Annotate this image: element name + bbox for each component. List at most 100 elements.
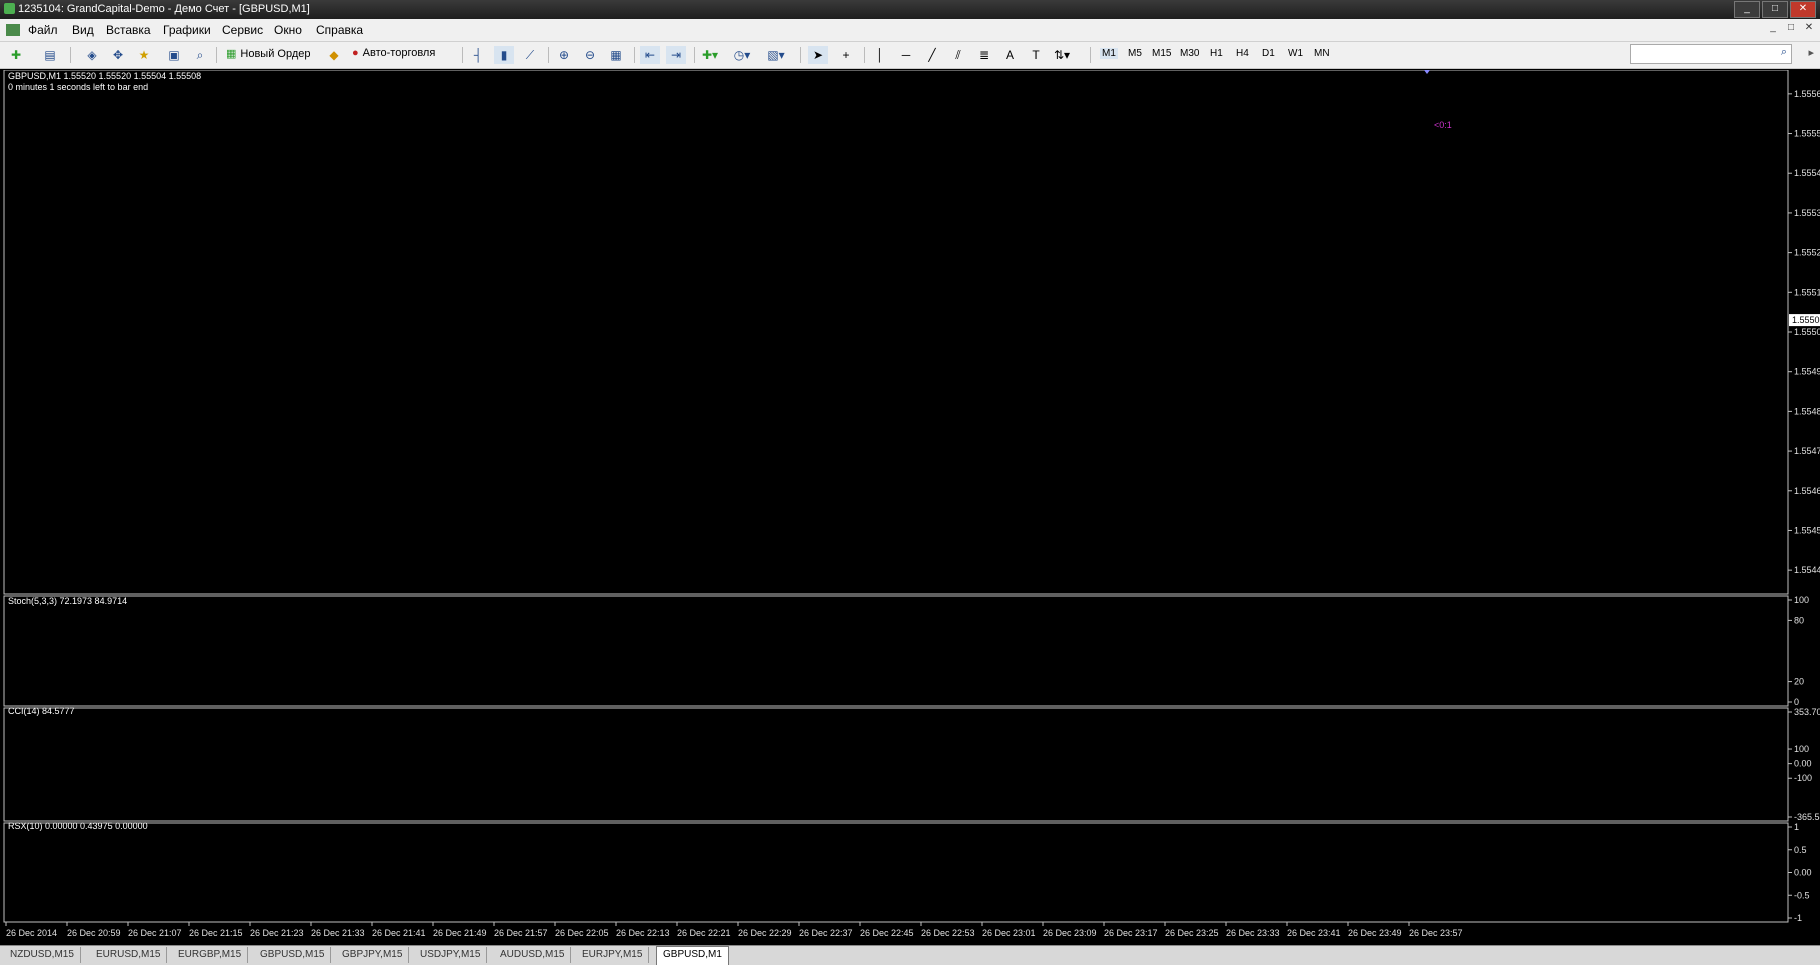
time-tick-label: 26 Dec 22:05 [555, 928, 609, 938]
menu-tools[interactable]: Сервис [222, 23, 263, 37]
tab-audusd[interactable]: AUDUSD,M15 [494, 947, 572, 963]
tile-icon[interactable]: ▦ [606, 46, 626, 64]
menu-insert[interactable]: Вставка [106, 23, 151, 37]
timeframe-d1[interactable]: D1 [1262, 48, 1275, 59]
tab-gbpusd-m15[interactable]: GBPUSD,M15 [254, 947, 332, 963]
price-chart[interactable]: ⇧⇧⇧⇧⇧⇧⇧⇩⇩⇩⇩⇩⇩ 1.555651.555551.555451.555… [0, 69, 1820, 944]
window-title: 1235104: GrandCapital-Demo - Демо Счет -… [18, 3, 310, 15]
price-tick-label: 1.55505 [1794, 327, 1820, 337]
bar-countdown: 0 minutes 1 seconds left to bar end [8, 82, 148, 92]
mdi-restore-button[interactable]: □ [1784, 22, 1798, 35]
stoch-label: Stoch(5,3,3) 72.1973 84.9714 [8, 596, 127, 606]
time-tick-label: 26 Dec 22:53 [921, 928, 975, 938]
text-icon[interactable]: A [1000, 46, 1020, 64]
expert-advisor-icon[interactable]: ◆ [324, 46, 344, 64]
timeframe-mn[interactable]: MN [1314, 48, 1330, 59]
mdi-close-button[interactable]: ✕ [1802, 22, 1816, 35]
price-tick-label: 1.55515 [1794, 287, 1820, 297]
tab-eurgbp[interactable]: EURGBP,M15 [172, 947, 249, 963]
timeframe-h1[interactable]: H1 [1210, 48, 1223, 59]
timeframe-h4[interactable]: H4 [1236, 48, 1249, 59]
hline-icon[interactable]: ─ [896, 46, 916, 64]
timeframe-w1[interactable]: W1 [1288, 48, 1303, 59]
autoscroll-icon[interactable]: ⇤ [640, 46, 660, 64]
profiles-icon[interactable]: ▤ [40, 46, 60, 64]
price-tick-label: 1.55565 [1794, 89, 1820, 99]
new-order-button[interactable]: ▦ Новый Ордер [226, 47, 311, 61]
mdi-minimize-button[interactable]: _ [1766, 22, 1780, 35]
maximize-button[interactable]: □ [1762, 1, 1788, 18]
search-input[interactable]: ⌕ [1630, 44, 1792, 64]
time-tick-label: 26 Dec 2014 [6, 928, 57, 938]
chart-window[interactable]: ⇧⇧⇧⇧⇧⇧⇧⇩⇩⇩⇩⇩⇩ 1.555651.555551.555451.555… [0, 69, 1820, 944]
time-tick-label: 26 Dec 21:41 [372, 928, 426, 938]
auto-trading-label: Авто-торговля [362, 47, 436, 59]
toolbar-separator [462, 47, 463, 63]
menu-charts[interactable]: Графики [163, 23, 211, 37]
toolbar-options-icon[interactable]: ▸ [1808, 46, 1814, 59]
price-tick-label: 1.55445 [1794, 565, 1820, 575]
trendline-icon[interactable]: ╱ [922, 46, 942, 64]
candle-chart-icon[interactable]: ▮ [494, 46, 514, 64]
chart-shift-icon[interactable]: ⇥ [666, 46, 686, 64]
time-tick-label: 26 Dec 23:49 [1348, 928, 1402, 938]
time-tick-label: 26 Dec 21:07 [128, 928, 182, 938]
time-tick-label: 26 Dec 20:59 [67, 928, 121, 938]
rsx-tick-label: 0.00 [1794, 868, 1812, 878]
window-titlebar: 1235104: GrandCapital-Demo - Демо Счет -… [0, 0, 1820, 19]
tester-icon[interactable]: ⌕ [190, 46, 210, 64]
crosshair-icon[interactable]: + [836, 46, 856, 64]
menu-file[interactable]: Файл [28, 23, 58, 37]
tab-usdjpy[interactable]: USDJPY,M15 [414, 947, 488, 963]
toolbar-separator [548, 47, 549, 63]
rsx-tick-label: -0.5 [1794, 890, 1810, 900]
fibo-icon[interactable]: ≣ [974, 46, 994, 64]
cci-tick-label: 100 [1794, 744, 1809, 754]
pane-frame [3, 69, 1789, 595]
channel-icon[interactable]: ⫽ [948, 46, 968, 64]
timeframe-m5[interactable]: M5 [1128, 48, 1142, 59]
periods-icon[interactable]: ◷▾ [732, 46, 752, 64]
price-tick-label: 1.55525 [1794, 248, 1820, 258]
menu-help[interactable]: Справка [316, 23, 363, 37]
tab-gbpusd-m1[interactable]: GBPUSD,M1 [656, 946, 729, 965]
auto-trading-button[interactable]: ● Авто-торговля [352, 47, 435, 59]
tab-gbpjpy[interactable]: GBPJPY,M15 [336, 947, 410, 963]
cursor-icon[interactable]: ➤ [808, 46, 828, 64]
arrows-icon[interactable]: ⇅▾ [1052, 46, 1072, 64]
indicators-icon[interactable]: ✚▾ [700, 46, 720, 64]
market-watch-icon[interactable]: ◈ [82, 46, 102, 64]
timeframe-m1[interactable]: M1 [1100, 48, 1118, 59]
new-chart-icon[interactable]: ✚ [6, 46, 26, 64]
toolbar-separator [864, 47, 865, 63]
templates-icon[interactable]: ▧▾ [766, 46, 786, 64]
zoom-in-icon[interactable]: ⊕ [554, 46, 574, 64]
price-tick-label: 1.55545 [1794, 168, 1820, 178]
time-tick-label: 26 Dec 23:17 [1104, 928, 1158, 938]
tab-nzdusd[interactable]: NZDUSD,M15 [4, 947, 81, 963]
tab-eurusd[interactable]: EURUSD,M15 [90, 947, 168, 963]
rsx-tick-label: 0.5 [1794, 845, 1807, 855]
price-tick-label: 1.55475 [1794, 446, 1820, 456]
label-icon[interactable]: T [1026, 46, 1046, 64]
navigator-icon[interactable]: ✥ [108, 46, 128, 64]
zoom-out-icon[interactable]: ⊖ [580, 46, 600, 64]
menu-view[interactable]: Вид [72, 23, 94, 37]
timeframe-m15[interactable]: M15 [1152, 48, 1171, 59]
tab-eurjpy[interactable]: EURJPY,M15 [576, 947, 650, 963]
line-chart-icon[interactable]: ⟋ [520, 46, 540, 64]
terminal-icon[interactable]: ▣ [164, 46, 184, 64]
minimize-button[interactable]: _ [1734, 1, 1760, 18]
app-icon [4, 3, 15, 14]
vline-icon[interactable]: │ [870, 46, 890, 64]
price-tick-label: 1.55535 [1794, 208, 1820, 218]
chart-tabs: NZDUSD,M15 EURUSD,M15 EURGBP,M15 GBPUSD,… [0, 945, 1820, 965]
bar-chart-icon[interactable]: ┤ [468, 46, 488, 64]
time-tick-label: 26 Dec 21:33 [311, 928, 365, 938]
favorites-icon[interactable]: ★ [134, 46, 154, 64]
toolbar-separator [634, 47, 635, 63]
time-tick-label: 26 Dec 22:45 [860, 928, 914, 938]
menu-window[interactable]: Окно [274, 23, 302, 37]
close-button[interactable]: ✕ [1790, 1, 1816, 18]
timeframe-m30[interactable]: M30 [1180, 48, 1199, 59]
